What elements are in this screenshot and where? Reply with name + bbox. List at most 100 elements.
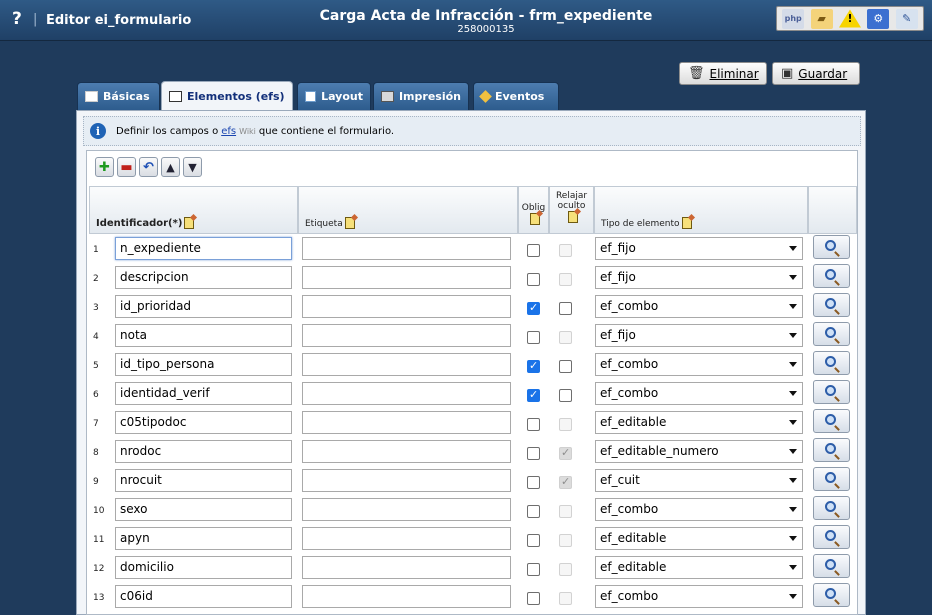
tipo-elemento-select[interactable]: ef_combo <box>595 353 803 376</box>
tipo-elemento-select[interactable]: ef_editable <box>595 527 803 550</box>
oblig-checkbox[interactable] <box>527 273 540 286</box>
edit-element-button[interactable] <box>813 583 850 607</box>
oblig-checkbox[interactable] <box>527 418 540 431</box>
identificador-input[interactable]: nrodoc <box>115 440 292 463</box>
tab-impresion[interactable]: Impresión <box>373 82 469 110</box>
etiqueta-input[interactable] <box>302 498 511 521</box>
identificador-input[interactable]: identidad_verif <box>115 382 292 405</box>
etiqueta-input[interactable] <box>302 469 511 492</box>
identificador-input[interactable]: apyn <box>115 527 292 550</box>
relajar-oculto-checkbox[interactable] <box>559 389 572 402</box>
chevron-down-icon <box>789 594 797 599</box>
folder-icon[interactable]: ▰ <box>810 8 833 29</box>
etiqueta-input[interactable] <box>302 411 511 434</box>
tipo-elemento-select[interactable]: ef_combo <box>595 585 803 608</box>
tab-basicas[interactable]: Básicas <box>77 82 160 110</box>
tipo-elemento-select[interactable]: ef_combo <box>595 382 803 405</box>
etiqueta-input[interactable] <box>302 382 511 405</box>
edit-element-button[interactable] <box>813 380 850 404</box>
edit-element-button[interactable] <box>813 467 850 491</box>
efs-link[interactable]: efs <box>221 126 236 137</box>
edit-element-button[interactable] <box>813 322 850 346</box>
move-down-button[interactable]: ▼ <box>183 157 202 177</box>
edit-icon[interactable] <box>344 217 355 229</box>
edit-icon[interactable] <box>567 211 578 223</box>
oblig-checkbox[interactable] <box>527 534 540 547</box>
oblig-checkbox[interactable] <box>527 301 540 315</box>
oblig-checkbox[interactable] <box>527 447 540 460</box>
warning-icon[interactable]: ! <box>838 9 861 28</box>
edit-icon[interactable] <box>529 213 540 225</box>
magnifier-icon <box>824 268 836 280</box>
etiqueta-input[interactable] <box>302 324 511 347</box>
identificador-input[interactable]: id_prioridad <box>115 295 292 318</box>
magnifier-icon <box>824 471 836 483</box>
tipo-elemento-select[interactable]: ef_fijo <box>595 237 803 260</box>
tools-icon[interactable]: ✎ <box>895 8 918 29</box>
identificador-input[interactable]: c06id <box>115 585 292 608</box>
tipo-elemento-select[interactable]: ef_combo <box>595 295 803 318</box>
tipo-elemento-select[interactable]: ef_cuit <box>595 469 803 492</box>
tab-elementos[interactable]: Elementos (efs) <box>161 81 293 111</box>
tab-layout[interactable]: Layout <box>297 82 371 110</box>
tab-eventos[interactable]: Eventos <box>473 82 559 110</box>
edit-element-button[interactable] <box>813 496 850 520</box>
php-icon[interactable]: php <box>782 8 805 29</box>
identificador-input[interactable]: sexo <box>115 498 292 521</box>
relajar-oculto-checkbox[interactable] <box>559 302 572 315</box>
edit-element-button[interactable] <box>813 351 850 375</box>
oblig-checkbox[interactable] <box>527 359 540 373</box>
edit-element-button[interactable] <box>813 293 850 317</box>
identificador-input[interactable]: n_expediente <box>115 237 292 260</box>
tipo-elemento-select[interactable]: ef_editable <box>595 411 803 434</box>
edit-element-button[interactable] <box>813 264 850 288</box>
edit-element-button[interactable] <box>813 554 850 578</box>
row-number: 1 <box>93 245 99 255</box>
etiqueta-input[interactable] <box>302 237 511 260</box>
oblig-checkbox[interactable] <box>527 505 540 518</box>
etiqueta-input[interactable] <box>302 266 511 289</box>
edit-element-button[interactable] <box>813 235 850 259</box>
oblig-checkbox[interactable] <box>527 476 540 489</box>
oblig-checkbox[interactable] <box>527 563 540 576</box>
settings-icon[interactable]: ⚙ <box>867 8 890 29</box>
wiki-link[interactable]: Wiki <box>239 127 256 136</box>
delete-button[interactable]: 🗑 Eliminar <box>679 62 767 85</box>
move-up-button[interactable]: ▲ <box>161 157 180 177</box>
relajar-oculto-checkbox <box>559 563 572 576</box>
help-button[interactable]: ? <box>12 9 22 29</box>
oblig-checkbox[interactable] <box>527 331 540 344</box>
save-button[interactable]: ▣ Guardar <box>772 62 860 85</box>
edit-element-button[interactable] <box>813 525 850 549</box>
edit-icon[interactable] <box>184 217 195 229</box>
identificador-input[interactable]: c05tipodoc <box>115 411 292 434</box>
identificador-input[interactable]: domicilio <box>115 556 292 579</box>
identificador-input[interactable]: id_tipo_persona <box>115 353 292 376</box>
tipo-elemento-select[interactable]: ef_combo <box>595 498 803 521</box>
row-number: 5 <box>93 361 99 371</box>
edit-element-button[interactable] <box>813 438 850 462</box>
etiqueta-input[interactable] <box>302 585 511 608</box>
add-row-button[interactable]: ✚ <box>95 157 114 177</box>
etiqueta-input[interactable] <box>302 295 511 318</box>
oblig-checkbox[interactable] <box>527 244 540 257</box>
tipo-elemento-select[interactable]: ef_editable_numero <box>595 440 803 463</box>
identificador-input[interactable]: descripcion <box>115 266 292 289</box>
oblig-checkbox[interactable] <box>527 388 540 402</box>
etiqueta-input[interactable] <box>302 556 511 579</box>
etiqueta-input[interactable] <box>302 440 511 463</box>
edit-icon[interactable] <box>681 217 692 229</box>
undo-button[interactable]: ↶ <box>139 157 158 177</box>
identificador-input[interactable]: nrocuit <box>115 469 292 492</box>
relajar-oculto-checkbox[interactable] <box>559 360 572 373</box>
tipo-elemento-select[interactable]: ef_fijo <box>595 266 803 289</box>
etiqueta-input[interactable] <box>302 353 511 376</box>
tipo-elemento-select[interactable]: ef_fijo <box>595 324 803 347</box>
magnifier-icon <box>824 529 836 541</box>
oblig-checkbox[interactable] <box>527 592 540 605</box>
edit-element-button[interactable] <box>813 409 850 433</box>
remove-row-button[interactable]: ▬ <box>117 157 136 177</box>
identificador-input[interactable]: nota <box>115 324 292 347</box>
etiqueta-input[interactable] <box>302 527 511 550</box>
tipo-elemento-select[interactable]: ef_editable <box>595 556 803 579</box>
